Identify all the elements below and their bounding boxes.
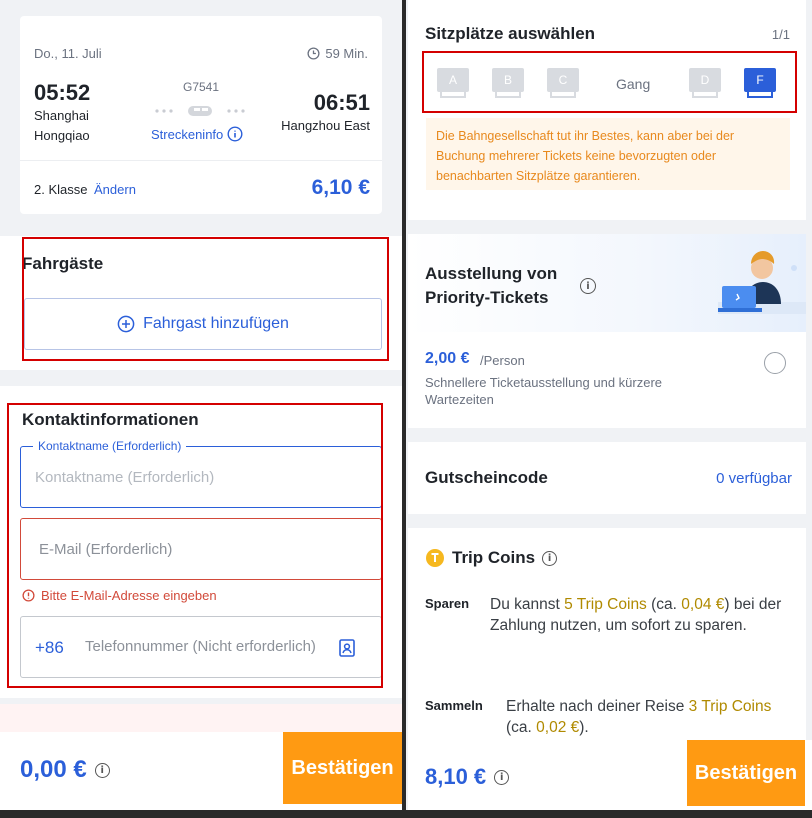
add-passenger-button[interactable]: Fahrgast hinzufügen xyxy=(24,298,382,350)
contact-section: Kontaktinformationen Kontaktname (Erford… xyxy=(0,386,402,698)
earn-value: 0,02 € xyxy=(536,719,580,736)
trip-date: Do., 11. Juli xyxy=(34,46,102,61)
right-screen: Sitzplätze auswählen 1/1 A B C Gang D F … xyxy=(406,0,812,810)
info-icon[interactable]: i xyxy=(494,769,510,785)
change-class-link[interactable]: Ändern xyxy=(94,182,136,197)
priority-radio[interactable] xyxy=(764,352,786,374)
left-total: 0,00 € i xyxy=(20,756,110,784)
seat-label: B xyxy=(492,68,524,92)
info-icon[interactable]: i xyxy=(542,550,558,566)
seats-title: Sitzplätze auswählen xyxy=(425,24,596,43)
phone-prefix[interactable]: +86 xyxy=(35,638,64,658)
priority-desc: Schnellere Ticketausstellung und kürzere… xyxy=(425,375,663,407)
seat-a[interactable]: A xyxy=(437,68,469,98)
earn-coins: 3 Trip Coins xyxy=(688,698,772,715)
earn-text-2: (ca. xyxy=(506,719,537,736)
contact-name-field[interactable]: Kontaktname (Erforderlich) Kontaktname (… xyxy=(20,439,382,508)
add-passenger-label: Fahrgast hinzufügen xyxy=(143,315,289,332)
save-text-2: (ca. xyxy=(646,596,682,613)
contact-name-legend: Kontaktname (Erforderlich) xyxy=(33,439,187,453)
voucher-available[interactable]: 0 verfügbar xyxy=(716,470,792,487)
seat-d[interactable]: D xyxy=(689,68,721,98)
email-error-text: Bitte E-Mail-Adresse eingeben xyxy=(41,588,217,603)
contact-title: Kontaktinformationen xyxy=(22,410,199,429)
plus-circle-icon xyxy=(117,315,135,333)
seat-b[interactable]: B xyxy=(492,68,524,98)
route-info-label: Streckeninfo xyxy=(151,126,224,142)
earn-text-1: Erhalte nach deiner Reise xyxy=(506,698,689,715)
priority-title-line2: Priority-Tickets xyxy=(425,288,549,307)
earn-text-3: ). xyxy=(579,719,589,736)
depart-time: 05:52 xyxy=(34,80,91,105)
passengers-section: Fahrgäste Fahrgast hinzufügen xyxy=(0,236,402,370)
email-placeholder: E-Mail (Erforderlich) xyxy=(39,541,173,558)
seat-label: D xyxy=(689,68,721,92)
priority-section: Ausstellung von Priority-Tickets i 2,00 … xyxy=(408,234,806,428)
train-icon xyxy=(155,106,245,116)
right-footer: 8,10 € i Bestätigen xyxy=(408,740,812,810)
trip-coins-section: Trip Coins i Sparen Du kannst 5 Trip Coi… xyxy=(408,528,806,744)
trip-coins-title: Trip Coins xyxy=(452,548,536,567)
left-footer: 0,00 € i Bestätigen xyxy=(0,732,402,810)
duration-text: 59 Min. xyxy=(325,46,368,61)
left-total-price: 0,00 € xyxy=(20,756,87,783)
voucher-title: Gutscheincode xyxy=(425,468,548,487)
info-icon xyxy=(227,126,243,142)
save-label: Sparen xyxy=(425,596,470,611)
depart-station-line2: Hongqiao xyxy=(34,128,90,143)
ticket-price: 6,10 € xyxy=(311,176,370,199)
earn-label: Sammeln xyxy=(425,698,483,713)
seat-f[interactable]: F xyxy=(744,68,776,98)
earn-text: Erhalte nach deiner Reise 3 Trip Coins (… xyxy=(506,696,792,738)
depart-station-line1: Shanghai xyxy=(34,108,89,123)
agent-illustration xyxy=(718,251,806,314)
voucher-section[interactable]: Gutscheincode 0 verfügbar xyxy=(408,442,806,514)
phone-field[interactable]: +86 Telefonnummer (Nicht erforderlich) xyxy=(20,616,382,678)
seat-label: C xyxy=(547,68,579,92)
confirm-button[interactable]: Bestätigen xyxy=(283,732,402,804)
info-icon[interactable]: i xyxy=(580,278,596,294)
priority-title-line1: Ausstellung von xyxy=(425,264,558,283)
email-field[interactable]: E-Mail (Erforderlich) xyxy=(20,518,382,580)
right-total-price: 8,10 € xyxy=(425,764,487,789)
seat-notice-text: Die Bahngesellschaft tut ihr Bestes, kan… xyxy=(436,129,735,183)
save-text: Du kannst 5 Trip Coins (ca. 0,04 €) bei … xyxy=(490,594,790,636)
save-coins: 5 Trip Coins xyxy=(564,596,647,613)
seats-counter: 1/1 xyxy=(771,27,790,42)
clock-icon xyxy=(307,47,320,60)
seat-selection-section: Sitzplätze auswählen 1/1 A B C Gang D F … xyxy=(408,0,806,220)
trip-duration: 59 Min. xyxy=(307,46,368,61)
seat-notice: Die Bahngesellschaft tut ihr Bestes, kan… xyxy=(426,118,790,190)
info-icon[interactable]: i xyxy=(94,762,110,778)
alert-icon xyxy=(22,589,35,602)
class-label: 2. Klasse xyxy=(34,182,88,197)
seat-label: F xyxy=(744,68,776,92)
priority-price: 2,00 € xyxy=(425,350,470,367)
contact-name-placeholder: Kontaktname (Erforderlich) xyxy=(35,469,215,486)
email-error: Bitte E-Mail-Adresse eingeben xyxy=(22,588,217,603)
trip-coins-header: Trip Coins i xyxy=(425,548,558,568)
arrive-station: Hangzhou East xyxy=(281,118,370,133)
divider xyxy=(20,160,382,161)
phone-placeholder: Telefonnummer (Nicht erforderlich) xyxy=(85,638,316,655)
passengers-title: Fahrgäste xyxy=(22,254,104,273)
confirm-button[interactable]: Bestätigen xyxy=(687,740,805,806)
save-value: 0,04 € xyxy=(681,596,725,613)
contact-book-icon[interactable] xyxy=(337,638,357,658)
seat-label: A xyxy=(437,68,469,92)
route-info-link[interactable]: Streckeninfo xyxy=(151,126,243,142)
seat-c[interactable]: C xyxy=(547,68,579,98)
train-number: G7541 xyxy=(183,80,220,94)
save-text-1: Du kannst xyxy=(490,596,565,613)
arrive-time: 06:51 xyxy=(313,90,370,115)
next-section-peek xyxy=(0,704,402,734)
trip-card: Do., 11. Juli 59 Min. 05:52 Shanghai Hon… xyxy=(20,16,382,214)
aisle-label: Gang xyxy=(616,76,651,92)
trip-coin-icon xyxy=(426,549,444,567)
left-screen: Do., 11. Juli 59 Min. 05:52 Shanghai Hon… xyxy=(0,0,402,810)
priority-per: /Person xyxy=(480,353,525,368)
right-total: 8,10 € i xyxy=(425,764,510,790)
